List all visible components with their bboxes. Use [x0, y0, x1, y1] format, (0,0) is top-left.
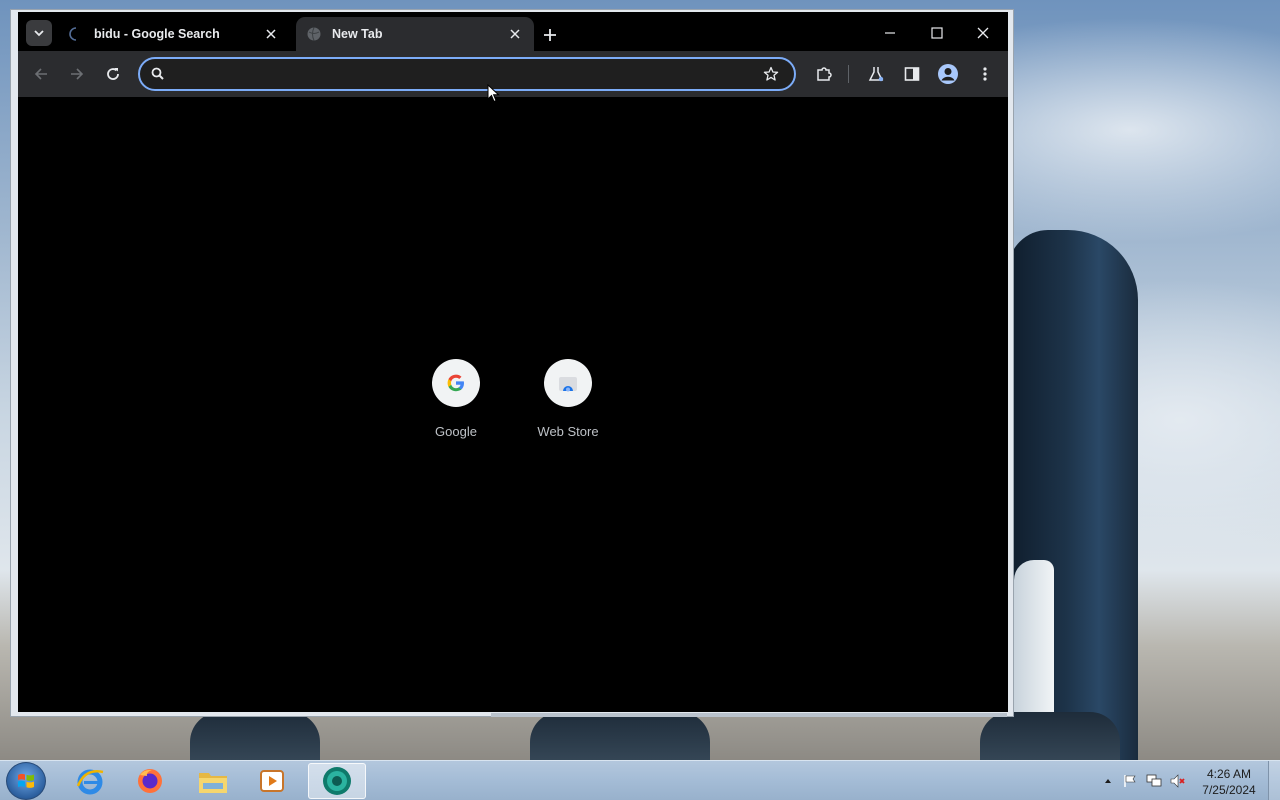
chevron-up-icon [1105, 779, 1111, 783]
volume-tray[interactable] [1170, 773, 1186, 789]
side-panel-button[interactable] [900, 62, 924, 86]
kebab-menu-icon [983, 67, 987, 81]
taskbar-firefox[interactable] [122, 763, 178, 799]
search-icon [151, 67, 164, 80]
show-desktop-button[interactable] [1268, 761, 1280, 800]
back-button[interactable] [29, 62, 53, 86]
start-button[interactable] [6, 762, 46, 800]
shortcut-google[interactable]: Google [400, 359, 512, 455]
firefox-icon [138, 769, 162, 793]
forward-button[interactable] [65, 62, 89, 86]
extensions-button[interactable] [812, 62, 836, 86]
flag-icon [1124, 775, 1136, 787]
reload-icon [107, 68, 119, 80]
wallpaper-penguin-feet [980, 712, 1120, 760]
browser-frame: bidu - Google Search New Tab Google Web … [18, 12, 1008, 712]
minimize-button[interactable] [870, 20, 910, 46]
media-player-icon [260, 770, 284, 792]
plus-icon [544, 29, 556, 41]
google-g-icon [447, 374, 464, 392]
arrow-right-icon [71, 68, 84, 80]
arrow-left-icon [34, 68, 47, 80]
chevron-down-icon [34, 30, 44, 37]
browser-toolbar [18, 51, 1008, 97]
windows-logo-icon [18, 773, 34, 788]
taskbar-media-player[interactable] [244, 763, 300, 799]
globe-icon [307, 27, 321, 41]
bookmark-star-button[interactable] [760, 63, 782, 85]
close-icon [977, 27, 989, 39]
profile-button[interactable] [936, 62, 960, 86]
web-store-icon [559, 377, 577, 392]
shortcut-tile [432, 359, 480, 407]
network-tray[interactable] [1146, 773, 1162, 789]
taskbar-internet-explorer[interactable] [62, 763, 118, 799]
close-tab-button[interactable] [262, 25, 280, 43]
labs-button[interactable] [864, 62, 888, 86]
address-bar[interactable] [138, 57, 796, 91]
shortcut-tile [544, 359, 592, 407]
avatar-icon [938, 64, 958, 84]
new-tab-page: Google Web Store [18, 97, 1008, 712]
minimize-icon [885, 32, 895, 34]
clock-time: 4:26 AM [1206, 767, 1252, 781]
puzzle-icon [817, 67, 832, 81]
taskbar-clock[interactable]: 4:26 AM 7/25/2024 [1196, 766, 1262, 798]
side-panel-icon [904, 67, 920, 81]
wallpaper-penguin-feet [190, 712, 320, 760]
shortcut-label: Google [435, 424, 477, 439]
action-center-tray[interactable] [1122, 773, 1138, 789]
tab-bidu-search[interactable]: bidu - Google Search [58, 17, 290, 51]
wallpaper-penguin-feet [530, 712, 710, 760]
taskbar-file-explorer[interactable] [185, 763, 241, 799]
shortcut-label: Web Store [537, 424, 599, 439]
volume-muted-icon [1170, 774, 1185, 788]
new-tab-button[interactable] [539, 24, 561, 46]
close-window-button[interactable] [963, 20, 1003, 46]
shortcut-web-store[interactable]: Web Store [512, 359, 624, 455]
flask-icon [868, 67, 884, 82]
internet-explorer-icon [76, 769, 104, 795]
loading-spinner-icon [69, 27, 77, 41]
toolbar-divider [848, 65, 849, 83]
maximize-icon [931, 27, 943, 39]
taskbar: 4:26 AM 7/25/2024 [0, 760, 1280, 800]
mouse-cursor-icon [487, 84, 500, 103]
close-tab-button[interactable] [506, 25, 524, 43]
tab-new-tab[interactable]: New Tab [296, 17, 534, 51]
reload-button[interactable] [101, 62, 125, 86]
clock-date: 7/25/2024 [1202, 783, 1256, 797]
address-input[interactable] [166, 60, 760, 88]
file-explorer-icon [199, 773, 227, 793]
close-icon [510, 29, 520, 39]
show-hidden-icons-button[interactable] [1100, 773, 1116, 789]
star-icon [763, 66, 779, 81]
tab-title: New Tab [332, 27, 383, 41]
maximize-button[interactable] [917, 20, 957, 46]
browser-window: bidu - Google Search New Tab Google Web … [10, 9, 1014, 717]
tab-strip: bidu - Google Search New Tab [18, 12, 1008, 51]
tab-title: bidu - Google Search [94, 27, 220, 41]
taskbar-chrome[interactable] [308, 763, 366, 799]
network-icon [1146, 774, 1162, 787]
chrome-icon [323, 767, 351, 795]
tab-search-button[interactable] [26, 20, 52, 46]
horizontal-scrollbar[interactable] [491, 713, 1007, 717]
close-icon [266, 29, 276, 39]
menu-button[interactable] [973, 62, 997, 86]
